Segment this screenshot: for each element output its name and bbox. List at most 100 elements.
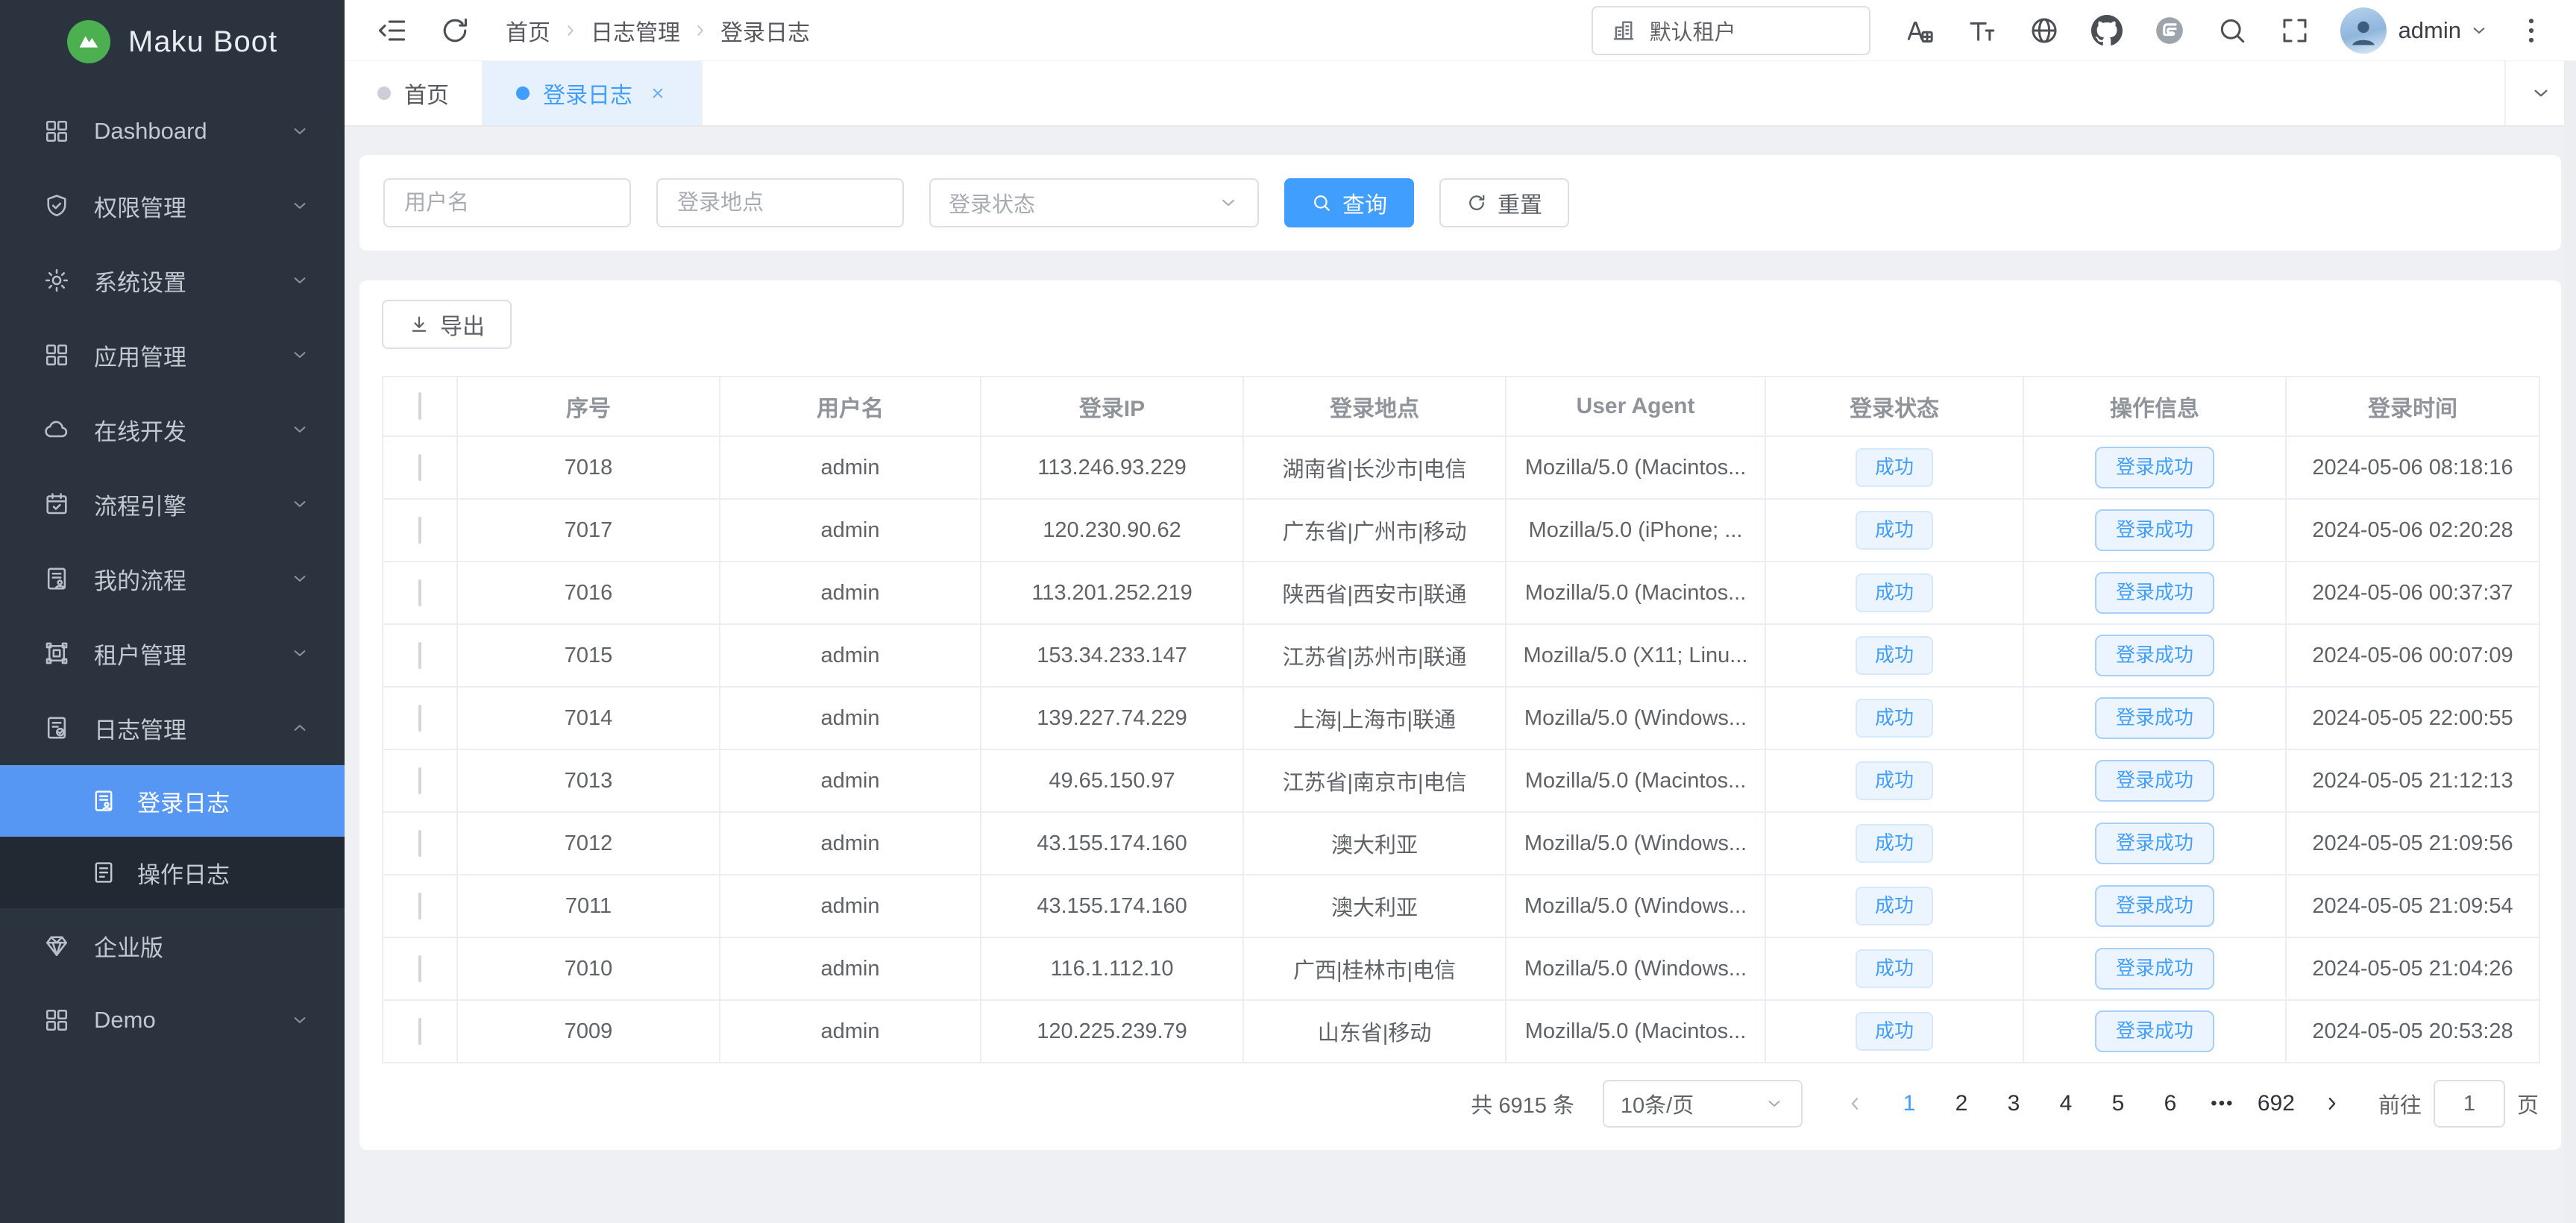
close-icon [647, 83, 668, 104]
breadcrumb-item[interactable]: 日志管理 [591, 14, 680, 47]
fullscreen-button[interactable] [2279, 15, 2310, 46]
sidebar-item-system[interactable]: 系统设置 [0, 243, 345, 318]
row-seq: 7016 [457, 562, 720, 624]
row-seq: 7015 [457, 624, 720, 687]
operation-info-button[interactable]: 登录成功 [2095, 885, 2214, 926]
page-button-3[interactable]: 3 [1992, 1081, 2035, 1126]
row-checkbox[interactable] [418, 579, 421, 606]
tab-1[interactable]: 登录日志 [483, 61, 703, 125]
sidebar-item-online-dev[interactable]: 在线开发 [0, 392, 345, 467]
github-button[interactable] [2091, 15, 2123, 46]
row-seq: 7013 [457, 749, 720, 812]
sidebar-collapse-button[interactable] [376, 14, 409, 47]
row-checkbox[interactable] [418, 642, 421, 669]
doc-icon [91, 860, 116, 885]
row-login-location: 广东省|广州市|移动 [1243, 499, 1506, 562]
username-filter-input[interactable] [383, 178, 631, 227]
search-button[interactable] [2217, 15, 2248, 46]
select-all-checkbox[interactable] [418, 392, 421, 420]
row-checkbox[interactable] [418, 1018, 421, 1045]
tab-0[interactable]: 首页 [345, 61, 483, 125]
page-button-5[interactable]: 5 [2096, 1081, 2140, 1126]
row-checkbox[interactable] [418, 517, 421, 544]
row-status-cell: 成功 [1765, 812, 2023, 875]
row-login-time: 2024-05-05 21:04:26 [2286, 937, 2539, 1000]
page-button-692[interactable]: 692 [2253, 1081, 2299, 1126]
font-size-icon [1966, 15, 1997, 46]
cloud-icon [43, 416, 70, 443]
operation-info-button[interactable]: 登录成功 [2095, 697, 2214, 738]
search-button[interactable]: 查询 [1284, 178, 1414, 227]
sidebar-item-flow-engine[interactable]: 流程引擎 [0, 467, 345, 541]
status-filter-select[interactable]: 登录状态 [929, 178, 1259, 227]
row-login-time: 2024-05-06 08:18:16 [2286, 436, 2539, 499]
row-checkbox[interactable] [418, 955, 421, 982]
sidebar-item-dashboard[interactable]: Dashboard [0, 94, 345, 169]
status-badge: 成功 [1856, 573, 1933, 612]
tenant-select[interactable]: 默认租户 [1592, 6, 1870, 55]
operation-info-button[interactable]: 登录成功 [2095, 823, 2214, 864]
gear-icon [43, 267, 70, 294]
breadcrumb-item[interactable]: 登录日志 [720, 14, 810, 47]
gitee-button[interactable] [2154, 15, 2185, 46]
scrollbar[interactable] [2564, 61, 2576, 1223]
row-username: admin [720, 436, 981, 499]
breadcrumb-item[interactable]: 首页 [506, 14, 550, 47]
row-checkbox[interactable] [418, 705, 421, 732]
language-button[interactable] [2029, 15, 2060, 46]
more-settings-button[interactable] [2515, 14, 2548, 47]
row-checkbox[interactable] [418, 893, 421, 919]
row-operation-cell: 登录成功 [2023, 875, 2286, 937]
sidebar-item-tenant[interactable]: 租户管理 [0, 616, 345, 691]
sidebar-item-auth[interactable]: 权限管理 [0, 169, 345, 243]
page-button-4[interactable]: 4 [2044, 1081, 2087, 1126]
page-button-2[interactable]: 2 [1940, 1081, 1983, 1126]
sidebar-item-login-log[interactable]: 登录日志 [0, 765, 345, 837]
goto-page-input[interactable] [2434, 1080, 2505, 1128]
row-seq: 7017 [457, 499, 720, 562]
sidebar-item-logs[interactable]: 日志管理 [0, 691, 345, 765]
goto-label: 前往 [2378, 1088, 2422, 1119]
operation-info-button[interactable]: 登录成功 [2095, 635, 2214, 676]
operation-info-button[interactable]: 登录成功 [2095, 447, 2214, 488]
row-login-ip: 120.225.239.79 [981, 1000, 1243, 1063]
row-checkbox[interactable] [418, 454, 421, 481]
app-logo[interactable]: Maku Boot [0, 0, 345, 84]
row-username: admin [720, 687, 981, 749]
row-login-ip: 139.227.74.229 [981, 687, 1243, 749]
translate-button[interactable] [1903, 15, 1935, 46]
sidebar-item-demo[interactable]: Demo [0, 983, 345, 1057]
reset-button[interactable]: 重置 [1439, 178, 1569, 227]
pagination-pages: 123456•••692 [1888, 1081, 2299, 1126]
chevron-down-icon [289, 568, 310, 589]
font-size-button[interactable] [1966, 15, 1997, 46]
sidebar-item-enterprise[interactable]: 企业版 [0, 908, 345, 983]
sidebar-item-apps[interactable]: 应用管理 [0, 318, 345, 392]
operation-info-button[interactable]: 登录成功 [2095, 948, 2214, 989]
page-size-select[interactable]: 10条/页 [1603, 1080, 1803, 1128]
page-ellipsis[interactable]: ••• [2201, 1081, 2244, 1126]
page-button-6[interactable]: 6 [2149, 1081, 2192, 1126]
operation-info-button[interactable]: 登录成功 [2095, 1010, 2214, 1051]
prev-page-button[interactable] [1834, 1081, 1876, 1126]
table-row: 7012admin43.155.174.160澳大利亚Mozilla/5.0 (… [383, 812, 2539, 875]
export-button[interactable]: 导出 [382, 300, 512, 349]
chevron-down-icon [289, 643, 310, 664]
row-checkbox[interactable] [418, 767, 421, 794]
username: admin [2398, 17, 2461, 44]
operation-info-button[interactable]: 登录成功 [2095, 760, 2214, 801]
row-username: admin [720, 562, 981, 624]
row-checkbox[interactable] [418, 830, 421, 857]
sidebar-item-label: 流程引擎 [94, 488, 289, 521]
location-filter-input[interactable] [656, 178, 904, 227]
next-page-button[interactable] [2311, 1081, 2353, 1126]
operation-info-button[interactable]: 登录成功 [2095, 572, 2214, 613]
user-menu[interactable]: admin [2340, 7, 2489, 54]
operation-info-button[interactable]: 登录成功 [2095, 509, 2214, 550]
sidebar-item-my-flow[interactable]: 我的流程 [0, 541, 345, 616]
page-button-1[interactable]: 1 [1888, 1081, 1931, 1126]
sidebar-item-operate-log[interactable]: 操作日志 [0, 837, 345, 908]
row-status-cell: 成功 [1765, 875, 2023, 937]
app-title: Maku Boot [128, 25, 277, 59]
refresh-button[interactable] [439, 14, 471, 47]
